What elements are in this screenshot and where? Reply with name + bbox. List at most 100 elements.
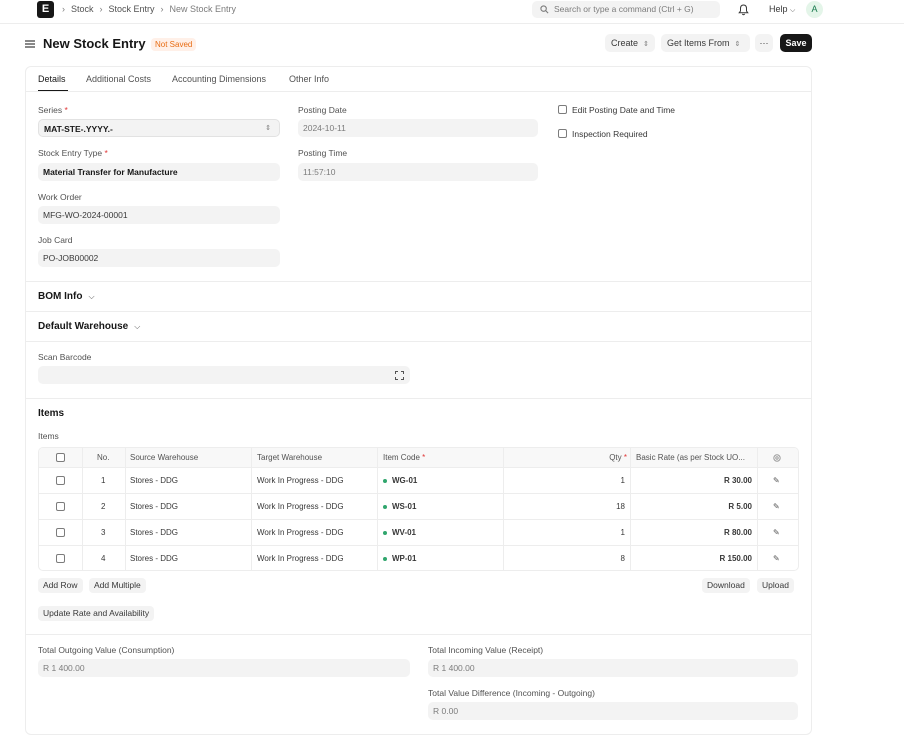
sidebar-toggle-icon[interactable] — [25, 39, 35, 49]
search-input[interactable]: Search or type a command (Ctrl + G) — [532, 1, 720, 18]
row-qty[interactable]: 8 — [509, 546, 625, 570]
inspection-required-checkbox[interactable] — [558, 129, 567, 138]
tab-other-info[interactable]: Other Info — [289, 74, 329, 84]
create-label: Create — [611, 38, 639, 48]
header-target-warehouse: Target Warehouse — [257, 453, 323, 462]
row-no: 3 — [101, 528, 106, 537]
row-qty[interactable]: 1 — [509, 520, 625, 545]
breadcrumb-stock[interactable]: Stock — [71, 4, 94, 14]
get-items-from-button[interactable]: Get Items From ⇕ — [661, 34, 750, 52]
row-item-code[interactable]: WG-01 — [383, 468, 417, 493]
section-divider — [26, 341, 811, 342]
row-basic-rate[interactable]: R 80.00 — [636, 520, 752, 545]
total-difference-label: Total Value Difference (Incoming - Outgo… — [428, 688, 595, 698]
save-button[interactable]: Save — [780, 34, 812, 52]
table-row[interactable]: 1 Stores - DDG Work In Progress - DDG WG… — [39, 468, 798, 494]
chevron-down-icon: ⌵ — [134, 322, 141, 331]
add-multiple-button[interactable]: Add Multiple — [89, 578, 146, 593]
series-select[interactable]: MAT-STE-.YYYY.- ⇕ — [38, 119, 280, 137]
row-target-warehouse[interactable]: Work In Progress - DDG — [257, 546, 344, 570]
table-row[interactable]: 4 Stores - DDG Work In Progress - DDG WP… — [39, 546, 798, 570]
column-divider — [125, 448, 126, 570]
edit-row-icon[interactable]: ✎ — [773, 546, 780, 570]
section-divider — [26, 634, 811, 635]
work-order-field[interactable]: MFG-WO-2024-00001 — [38, 206, 280, 224]
edit-row-icon[interactable]: ✎ — [773, 468, 780, 493]
row-basic-rate[interactable]: R 150.00 — [636, 546, 752, 570]
status-dot — [383, 556, 387, 561]
default-warehouse-section[interactable]: Default Warehouse ⌵ — [38, 321, 140, 332]
row-source-warehouse[interactable]: Stores - DDG — [130, 494, 178, 519]
select-all-checkbox[interactable] — [56, 453, 65, 462]
download-button[interactable]: Download — [702, 578, 750, 593]
breadcrumb-stock-entry[interactable]: Stock Entry — [109, 4, 155, 14]
row-basic-rate[interactable]: R 5.00 — [636, 494, 752, 519]
column-divider — [251, 448, 252, 570]
row-source-warehouse[interactable]: Stores - DDG — [130, 520, 178, 545]
total-incoming-field[interactable]: R 1 400.00 — [428, 659, 798, 677]
table-row[interactable]: 3 Stores - DDG Work In Progress - DDG WV… — [39, 520, 798, 546]
edit-posting-checkbox[interactable] — [558, 105, 567, 114]
form-tabs: Details Additional Costs Accounting Dime… — [26, 67, 811, 92]
help-dropdown[interactable]: Help ⌵ — [769, 4, 795, 15]
row-checkbox[interactable] — [56, 528, 65, 537]
row-qty[interactable]: 1 — [509, 468, 625, 493]
table-row[interactable]: 2 Stores - DDG Work In Progress - DDG WS… — [39, 494, 798, 520]
tab-details[interactable]: Details — [38, 74, 66, 84]
table-header: No. Source Warehouse Target Warehouse It… — [39, 448, 798, 468]
inspection-required-label: Inspection Required — [572, 129, 648, 139]
row-target-warehouse[interactable]: Work In Progress - DDG — [257, 468, 344, 493]
chevron-down-icon: ⌵ — [790, 7, 796, 14]
get-items-label: Get Items From — [667, 38, 730, 48]
header-source-warehouse: Source Warehouse — [130, 453, 199, 462]
avatar[interactable]: A — [806, 1, 823, 18]
posting-date-label: Posting Date — [298, 105, 347, 115]
row-checkbox[interactable] — [56, 554, 65, 563]
column-divider — [503, 448, 504, 570]
status-dot — [383, 478, 387, 483]
total-incoming-label: Total Incoming Value (Receipt) — [428, 645, 544, 655]
edit-row-icon[interactable]: ✎ — [773, 520, 780, 545]
tab-additional-costs[interactable]: Additional Costs — [86, 74, 151, 84]
job-card-field[interactable]: PO-JOB00002 — [38, 249, 280, 267]
stock-entry-type-field[interactable]: Material Transfer for Manufacture — [38, 163, 280, 181]
scan-barcode-input[interactable] — [38, 366, 410, 384]
work-order-label: Work Order — [38, 192, 82, 202]
gear-icon[interactable] — [772, 453, 782, 463]
edit-row-icon[interactable]: ✎ — [773, 494, 780, 519]
section-divider — [26, 311, 811, 312]
upload-button[interactable]: Upload — [757, 578, 794, 593]
bell-icon[interactable] — [738, 4, 749, 16]
add-row-button[interactable]: Add Row — [38, 578, 83, 593]
form-card: Details Additional Costs Accounting Dime… — [25, 66, 812, 735]
bom-info-section[interactable]: BOM Info ⌵ — [38, 291, 95, 302]
row-qty[interactable]: 18 — [509, 494, 625, 519]
row-target-warehouse[interactable]: Work In Progress - DDG — [257, 494, 344, 519]
app-logo[interactable]: E — [37, 1, 54, 18]
create-button[interactable]: Create ⇕ — [605, 34, 655, 52]
update-rate-button[interactable]: Update Rate and Availability — [38, 606, 155, 621]
select-arrows-icon: ⇕ — [643, 41, 649, 48]
row-item-code[interactable]: WP-01 — [383, 546, 416, 570]
total-difference-field[interactable]: R 0.00 — [428, 702, 798, 720]
row-item-code[interactable]: WS-01 — [383, 494, 416, 519]
row-basic-rate[interactable]: R 30.00 — [636, 468, 752, 493]
edit-posting-label: Edit Posting Date and Time — [572, 105, 676, 115]
row-checkbox[interactable] — [56, 476, 65, 485]
row-source-warehouse[interactable]: Stores - DDG — [130, 468, 178, 493]
more-actions-button[interactable]: ··· — [755, 34, 773, 52]
help-label: Help — [769, 4, 788, 14]
row-item-code[interactable]: WV-01 — [383, 520, 416, 545]
row-checkbox[interactable] — [56, 502, 65, 511]
tab-accounting-dimensions[interactable]: Accounting Dimensions — [172, 74, 266, 84]
row-target-warehouse[interactable]: Work In Progress - DDG — [257, 520, 344, 545]
scan-icon[interactable] — [395, 371, 404, 380]
posting-time-field[interactable]: 11:57:10 — [298, 163, 538, 181]
posting-date-field[interactable]: 2024-10-11 — [298, 119, 538, 137]
search-placeholder: Search or type a command (Ctrl + G) — [554, 4, 694, 14]
job-card-label: Job Card — [38, 235, 73, 245]
row-source-warehouse[interactable]: Stores - DDG — [130, 546, 178, 570]
header-no: No. — [97, 453, 110, 462]
search-icon — [540, 5, 549, 14]
total-outgoing-field[interactable]: R 1 400.00 — [38, 659, 410, 677]
